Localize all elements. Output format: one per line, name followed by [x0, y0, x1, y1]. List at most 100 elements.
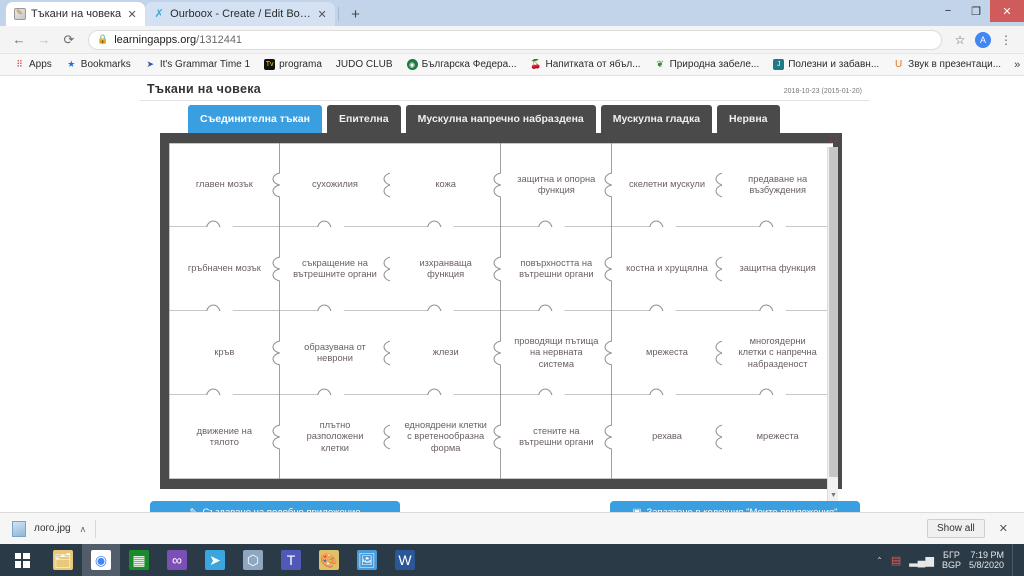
puzzle-piece[interactable]: скелетни мускули: [612, 143, 723, 227]
browser-tab-1-label: Ourboox - Create / Edit Book: [170, 8, 312, 20]
tab-suedinitelna-tkan[interactable]: Съединителна тъкан: [188, 105, 322, 133]
chrome-menu-icon[interactable]: ⋮: [996, 30, 1016, 50]
taskbar-google-chrome-icon[interactable]: ◉: [82, 544, 120, 576]
clock[interactable]: 7:19 PM 5/8/2020: [969, 550, 1004, 571]
close-downloads-bar-icon[interactable]: ✕: [995, 522, 1012, 535]
puzzle-piece[interactable]: съкращение на вътрешните органи: [280, 227, 391, 311]
bookmark-nature[interactable]: ❦ Природна забеле...: [648, 56, 767, 74]
fullscreen-icon[interactable]: ⛶: [827, 133, 840, 146]
taskbar-calculator-icon[interactable]: ▦: [120, 544, 158, 576]
tab-muskulna-gladka[interactable]: Мускулна гладка: [600, 105, 713, 133]
download-menu-caret-icon[interactable]: ʌ: [81, 524, 86, 534]
puzzle-piece[interactable]: предаване на възбуждения: [722, 143, 833, 227]
signal-icon[interactable]: ▂▄▆: [909, 554, 934, 567]
bookmark-bulgarian-federation[interactable]: ◉ Българска Федера...: [400, 56, 524, 74]
puzzle-piece[interactable]: гръбначен мозък: [169, 227, 280, 311]
puzzle-piece[interactable]: кожа: [390, 143, 501, 227]
puzzle-piece-label: кръв: [214, 347, 235, 358]
puzzle-piece[interactable]: плътно разположени клетки: [280, 395, 391, 479]
profile-avatar[interactable]: A: [973, 30, 993, 50]
puzzle-piece[interactable]: жлези: [390, 311, 501, 395]
browser-tab-1[interactable]: ✗ Ourboox - Create / Edit Book ✕: [145, 2, 336, 26]
action-buttons: ✎ Създаване на подобно приложение ▣ Запа…: [140, 501, 870, 512]
puzzle-piece[interactable]: многоядерни клетки с напречна набраздено…: [722, 311, 833, 395]
taskbar-paint-icon[interactable]: 🎨: [310, 544, 348, 576]
puzzle-piece[interactable]: изхранваща функция: [390, 227, 501, 311]
puzzle-piece[interactable]: мрежеста: [722, 395, 833, 479]
puzzle-piece[interactable]: движение на тялото: [169, 395, 280, 479]
bookmark-sound-presentation[interactable]: U Звук в презентаци...: [886, 56, 1008, 74]
scroll-down-icon[interactable]: ▼: [828, 490, 839, 501]
puzzle-piece[interactable]: главен мозък: [169, 143, 280, 227]
show-desktop-button[interactable]: [1012, 544, 1018, 576]
apps-grid-icon: ⠿: [16, 59, 23, 69]
document-edit-icon: [14, 8, 26, 20]
download-item[interactable]: лого.jpg: [12, 520, 71, 537]
show-all-downloads-button[interactable]: Show all: [926, 519, 985, 538]
taskbar-3d-viewer-icon[interactable]: ⬡: [234, 544, 272, 576]
tray-expand-icon[interactable]: ⌃: [876, 556, 883, 565]
puzzle-piece-label: главен мозък: [195, 179, 253, 190]
taskbar-microsoft-teams-icon[interactable]: T: [272, 544, 310, 576]
taskbar-visual-studio-icon[interactable]: ∞: [158, 544, 196, 576]
address-bar[interactable]: 🔒 learningapps.org/1312441: [88, 29, 942, 50]
puzzle-piece-label: плътно разположени клетки: [306, 420, 364, 453]
puzzle-board-wrapper: главен мозък сухожилия кожа защитна и опорн…: [160, 133, 842, 501]
save-to-collection-button[interactable]: ▣ Запазване в колекция "Моите приложения…: [610, 501, 860, 512]
app-scrollbar[interactable]: ▼: [827, 147, 838, 501]
taskbar-file-explorer-icon[interactable]: 🗂: [44, 544, 82, 576]
scrollbar-thumb[interactable]: [829, 147, 838, 477]
close-window-button[interactable]: ✕: [990, 0, 1024, 22]
taskbar-photos-icon[interactable]: 🖼: [348, 544, 386, 576]
create-similar-app-button[interactable]: ✎ Създаване на подобно приложение: [150, 501, 400, 512]
back-button[interactable]: ←: [8, 29, 30, 51]
puzzle-piece-label: гръбначен мозък: [187, 263, 261, 274]
taskbar-word-icon[interactable]: W: [386, 544, 424, 576]
bookmark-star-icon[interactable]: ☆: [950, 30, 970, 50]
puzzle-piece[interactable]: мрежеста: [612, 311, 723, 395]
j-icon: J: [773, 59, 785, 70]
address-bar-url: learningapps.org/1312441: [114, 34, 242, 46]
bookmark-apps[interactable]: ⠿ Apps: [7, 56, 59, 74]
bookmark-apple-drink[interactable]: 🍒 Напитката от ябъл...: [524, 56, 648, 74]
puzzle-piece[interactable]: проводящи пътища на нервната система: [501, 311, 612, 395]
puzzle-piece[interactable]: стените на вътрешни органи: [501, 395, 612, 479]
bookmark-bookmarks[interactable]: ★ Bookmarks: [59, 56, 138, 74]
network-error-icon[interactable]: ▤: [891, 554, 901, 567]
maximize-button[interactable]: ❐: [962, 0, 990, 22]
puzzle-piece[interactable]: едноядрени клетки с вретенообразна форма: [390, 395, 501, 479]
puzzle-piece[interactable]: костна и хрущялна: [612, 227, 723, 311]
address-bar-domain: learningapps.org: [114, 33, 197, 46]
paint-icon: 🎨: [319, 550, 339, 570]
puzzle-piece[interactable]: кръв: [169, 311, 280, 395]
forward-button[interactable]: →: [33, 29, 55, 51]
tab-epitelna[interactable]: Епителна: [326, 105, 401, 133]
tab-nervna[interactable]: Нервна: [717, 105, 780, 133]
puzzle-piece[interactable]: защитна и опорна функция: [501, 143, 612, 227]
reload-button[interactable]: ⟳: [58, 29, 80, 51]
puzzle-piece[interactable]: защитна функция: [722, 227, 833, 311]
puzzle-piece[interactable]: сухожилия: [280, 143, 391, 227]
puzzle-piece[interactable]: рехава: [612, 395, 723, 479]
taskbar-telegram-icon[interactable]: ➤: [196, 544, 234, 576]
browser-tab-0[interactable]: Тъкани на човека ✕: [6, 2, 146, 26]
puzzle-piece[interactable]: повърхността на вътрешни органи: [501, 227, 612, 311]
tab-strip: Тъкани на човека ✕ ✗ Ourboox - Create / …: [0, 0, 1024, 26]
bookmark-grammar-time[interactable]: ➤ It's Grammar Time 1: [138, 56, 257, 74]
puzzle-piece-label: защитна и опорна функция: [517, 173, 596, 195]
downloads-bar: лого.jpg ʌ Show all ✕: [0, 512, 1024, 544]
puzzle-piece[interactable]: образувана от неврони: [280, 311, 391, 395]
start-button[interactable]: [0, 544, 44, 576]
new-tab-button[interactable]: +: [342, 6, 369, 26]
bookmark-judo-club[interactable]: JUDO CLUB: [329, 56, 400, 74]
bookmark-programa[interactable]: Tv programa: [257, 56, 329, 74]
language-indicator[interactable]: БГР BGP: [942, 550, 961, 571]
bookmarks-overflow-icon[interactable]: »: [1008, 59, 1024, 71]
bookmark-useful-fun[interactable]: J Полезни и забавн...: [766, 56, 886, 74]
browser-tab-0-close-icon[interactable]: ✕: [126, 8, 138, 21]
tab-muskulna-naprechno[interactable]: Мускулна напречно набраздена: [405, 105, 596, 133]
browser-tab-1-close-icon[interactable]: ✕: [316, 8, 328, 21]
minimize-button[interactable]: −: [934, 0, 962, 22]
app-container: Тъкани на човека 2018-10-23 (2015-01-20)…: [140, 76, 870, 512]
taskbar-items: 🗂 ◉ ▦ ∞ ➤ ⬡ T 🎨 🖼 W: [44, 544, 424, 576]
